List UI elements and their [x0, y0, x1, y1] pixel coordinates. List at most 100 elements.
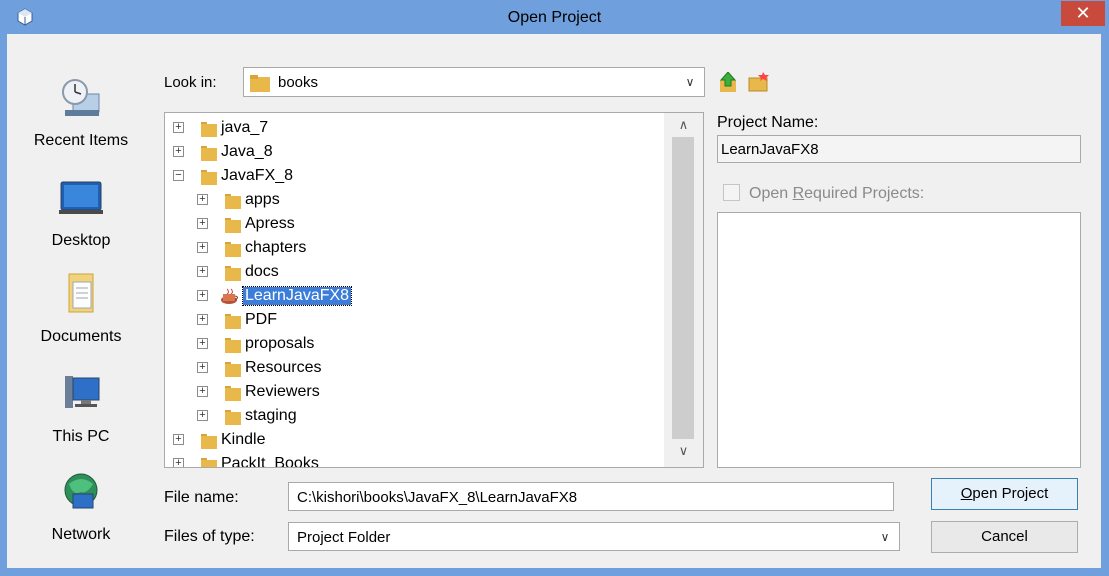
tree-row[interactable]: − JavaFX_8 — [165, 164, 665, 188]
open-required-checkbox[interactable] — [723, 184, 740, 201]
tree-item-label: staging — [245, 407, 297, 424]
tree-row[interactable]: + PDF — [165, 308, 665, 332]
network-icon — [64, 473, 98, 509]
close-button[interactable]: ✕ — [1061, 1, 1105, 26]
folder-tree[interactable]: + java_7 + Java_8 − JavaFX_8 + apps + Apress + chap… — [164, 112, 704, 468]
tree-item-label: PDF — [245, 311, 277, 328]
required-projects-list[interactable] — [717, 212, 1081, 468]
tree-item-label: Java_8 — [221, 143, 273, 160]
expand-toggle-icon[interactable]: + — [173, 146, 184, 157]
expand-toggle-icon[interactable]: + — [197, 410, 208, 421]
scroll-up-icon[interactable]: ∧ — [664, 117, 703, 139]
expand-toggle-icon[interactable]: + — [197, 194, 208, 205]
tree-row[interactable]: + LearnJavaFX8 — [165, 284, 665, 308]
file-name-value: C:\kishori\books\JavaFX_8\LearnJavaFX8 — [297, 489, 578, 506]
expand-toggle-icon[interactable]: + — [197, 338, 208, 349]
folder-icon — [225, 362, 241, 377]
desktop-icon — [59, 181, 103, 214]
expand-toggle-icon[interactable]: + — [173, 458, 184, 467]
tree-item-label: PackIt_Books — [221, 455, 319, 468]
place-recent-items[interactable]: Recent Items — [7, 76, 155, 166]
tree-row[interactable]: + proposals — [165, 332, 665, 356]
tree-item-label: Reviewers — [245, 383, 320, 400]
chevron-down-icon[interactable]: ∨ — [871, 523, 899, 550]
tree-row[interactable]: + docs — [165, 260, 665, 284]
folder-icon — [225, 194, 241, 209]
tree-row[interactable]: + PackIt_Books — [165, 452, 665, 468]
tree-item-label: apps — [245, 191, 280, 208]
expand-toggle-icon[interactable]: + — [173, 434, 184, 445]
tree-row[interactable]: + Reviewers — [165, 380, 665, 404]
up-one-level-icon[interactable] — [717, 72, 739, 92]
tree-row[interactable]: + Kindle — [165, 428, 665, 452]
project-name-field: LearnJavaFX8 — [717, 135, 1081, 163]
place-this-pc[interactable]: This PC — [7, 372, 155, 462]
files-of-type-label: Files of type: — [164, 528, 255, 545]
file-name-label: File name: — [164, 489, 239, 506]
tree-item-label: docs — [245, 263, 279, 280]
tree-row[interactable]: + apps — [165, 188, 665, 212]
folder-icon — [201, 146, 217, 161]
java-project-icon — [221, 288, 238, 304]
tree-item-label: LearnJavaFX8 — [241, 286, 353, 306]
chevron-down-icon[interactable]: ∨ — [676, 68, 704, 96]
files-of-type-value: Project Folder — [297, 529, 391, 546]
expand-toggle-icon[interactable]: + — [197, 266, 208, 277]
expand-toggle-icon[interactable]: + — [197, 314, 208, 325]
tree-item-label: JavaFX_8 — [221, 167, 294, 184]
folder-icon — [225, 410, 241, 425]
tree-row[interactable]: + staging — [165, 404, 665, 428]
create-new-folder-icon[interactable] — [747, 72, 769, 92]
file-name-input[interactable]: C:\kishori\books\JavaFX_8\LearnJavaFX8 — [288, 482, 894, 511]
look-in-value: books — [278, 74, 319, 91]
expand-toggle-icon[interactable]: + — [197, 386, 208, 397]
tree-item-label: chapters — [245, 239, 307, 256]
open-project-dialog: Open Project ✕ Recent Items Desktop Docu… — [0, 0, 1109, 576]
tree-row[interactable]: + Java_8 — [165, 140, 665, 164]
folder-icon — [225, 242, 241, 257]
title-bar[interactable]: Open Project ✕ — [0, 0, 1109, 34]
place-label: Documents — [40, 328, 122, 345]
folder-icon — [250, 75, 270, 92]
dialog-body: Recent Items Desktop Documents This PC N… — [7, 34, 1101, 568]
tree-row[interactable]: + Apress — [165, 212, 665, 236]
vertical-scrollbar[interactable]: ∧ ∨ — [664, 113, 703, 467]
expand-toggle-icon[interactable]: + — [197, 218, 208, 229]
folder-icon — [201, 170, 217, 185]
place-desktop[interactable]: Desktop — [7, 176, 155, 266]
folder-icon — [201, 434, 217, 449]
folder-icon — [225, 218, 241, 233]
tree-item-label: Resources — [245, 359, 322, 376]
folder-icon — [225, 314, 241, 329]
expand-toggle-icon[interactable]: + — [197, 362, 208, 373]
project-name-label: Project Name: — [717, 114, 819, 131]
folder-icon — [225, 338, 241, 353]
places-bar: Recent Items Desktop Documents This PC N… — [7, 34, 155, 568]
folder-icon — [225, 266, 241, 281]
scroll-thumb[interactable] — [672, 137, 694, 439]
tree-row[interactable]: + chapters — [165, 236, 665, 260]
place-documents[interactable]: Documents — [7, 272, 155, 362]
tree-item-label: Apress — [245, 215, 295, 232]
place-network[interactable]: Network — [7, 470, 155, 560]
scroll-down-icon[interactable]: ∨ — [664, 443, 703, 465]
cancel-button[interactable]: Cancel — [931, 521, 1078, 553]
expand-toggle-icon[interactable]: + — [197, 242, 208, 253]
tree-row[interactable]: + java_7 — [165, 116, 665, 140]
button-label-mnemonic: O — [960, 485, 973, 502]
documents-icon — [68, 273, 94, 313]
label-mnemonic: R — [792, 185, 805, 202]
window-title: Open Project — [507, 9, 602, 26]
expand-toggle-icon[interactable]: + — [173, 122, 184, 133]
expand-toggle-icon[interactable]: + — [197, 290, 208, 301]
tree-item-label: java_7 — [221, 119, 269, 136]
collapse-toggle-icon[interactable]: − — [173, 170, 184, 181]
place-label: Recent Items — [33, 132, 129, 149]
look-in-combo[interactable]: books ∨ — [243, 67, 705, 97]
open-project-button[interactable]: Open Project — [931, 478, 1078, 510]
button-label-part: pen Project — [972, 485, 1049, 502]
place-label: This PC — [52, 428, 110, 445]
tree-row[interactable]: + Resources — [165, 356, 665, 380]
files-of-type-combo[interactable]: Project Folder ∨ — [288, 522, 900, 551]
folder-icon — [201, 458, 217, 467]
